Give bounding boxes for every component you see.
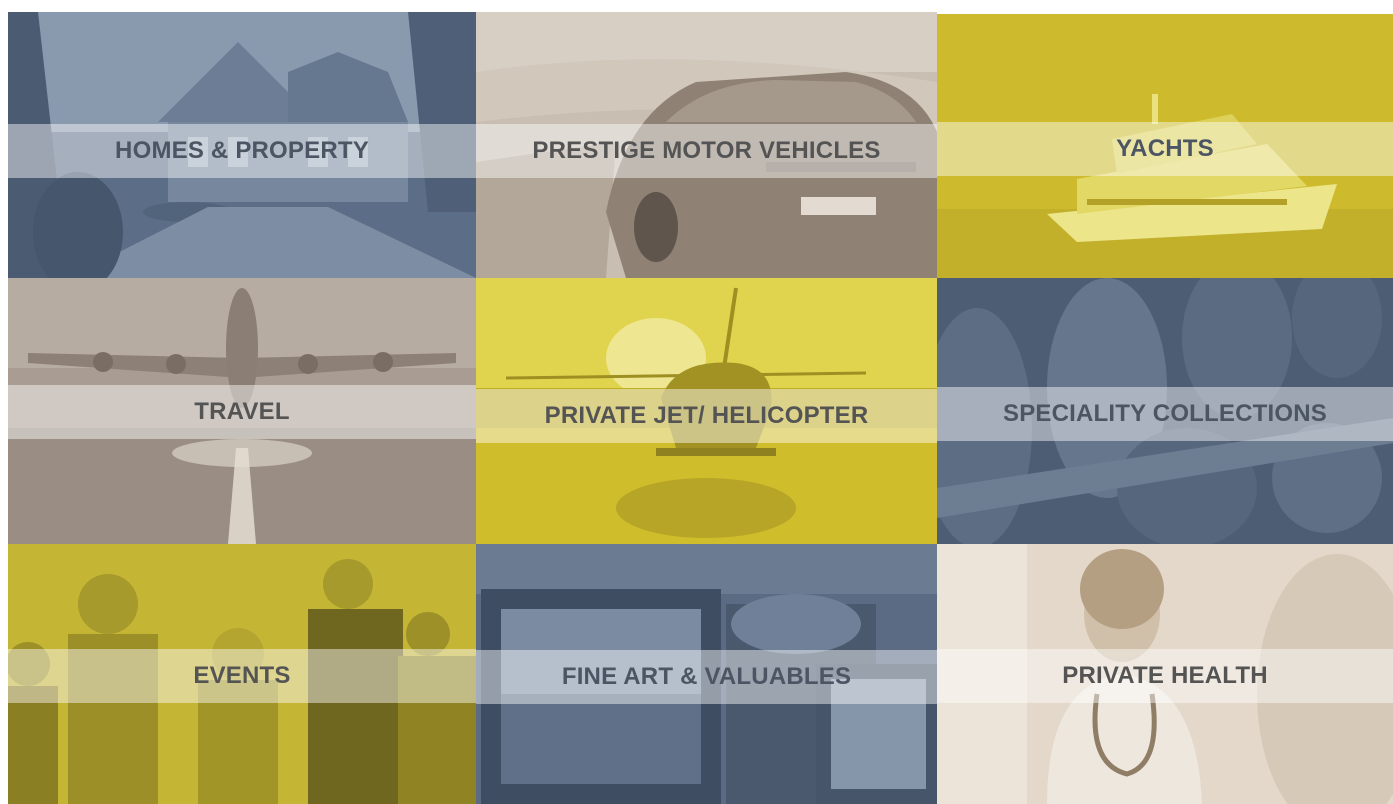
- tile-yachts[interactable]: YACHTS: [937, 14, 1393, 278]
- tile-label-band: PRIVATE JET/ HELICOPTER: [476, 389, 937, 443]
- tile-private-health[interactable]: PRIVATE HEALTH: [937, 544, 1393, 804]
- tile-label: PRESTIGE MOTOR VEHICLES: [532, 137, 881, 164]
- tile-label: FINE ART & VALUABLES: [561, 663, 852, 690]
- tile-label-band: TRAVEL: [8, 385, 476, 439]
- tile-events[interactable]: EVENTS: [8, 544, 476, 804]
- tile-label: EVENTS: [193, 662, 291, 689]
- tile-label: PRIVATE HEALTH: [1062, 662, 1268, 689]
- tile-label-band: YACHTS: [937, 122, 1393, 176]
- tile-label: TRAVEL: [194, 398, 290, 425]
- tile-speciality-collections[interactable]: SPECIALITY COLLECTIONS: [937, 278, 1393, 544]
- tile-private-jet-helicopter[interactable]: PRIVATE JET/ HELICOPTER: [476, 278, 937, 544]
- tile-label-band: PRESTIGE MOTOR VEHICLES: [476, 124, 937, 178]
- tile-homes-property[interactable]: HOMES & PROPERTY: [8, 12, 476, 278]
- tile-label-band: PRIVATE HEALTH: [937, 649, 1393, 703]
- services-grid: HOMES & PROPERTY PRESTIGE MOTOR VEHICLES: [0, 0, 1393, 804]
- tile-fine-art-valuables[interactable]: FINE ART & VALUABLES: [476, 544, 937, 804]
- tile-travel[interactable]: TRAVEL: [8, 278, 476, 544]
- tile-label: YACHTS: [1116, 135, 1214, 162]
- tile-label-band: EVENTS: [8, 649, 476, 703]
- tile-label: PRIVATE JET/ HELICOPTER: [544, 402, 869, 429]
- tile-label: SPECIALITY COLLECTIONS: [1003, 400, 1327, 427]
- tile-prestige-motor-vehicles[interactable]: PRESTIGE MOTOR VEHICLES: [476, 12, 937, 278]
- tile-label-band: HOMES & PROPERTY: [8, 124, 476, 178]
- tile-label-band: FINE ART & VALUABLES: [476, 650, 937, 704]
- tile-label-band: SPECIALITY COLLECTIONS: [937, 387, 1393, 441]
- tile-label: HOMES & PROPERTY: [115, 137, 369, 164]
